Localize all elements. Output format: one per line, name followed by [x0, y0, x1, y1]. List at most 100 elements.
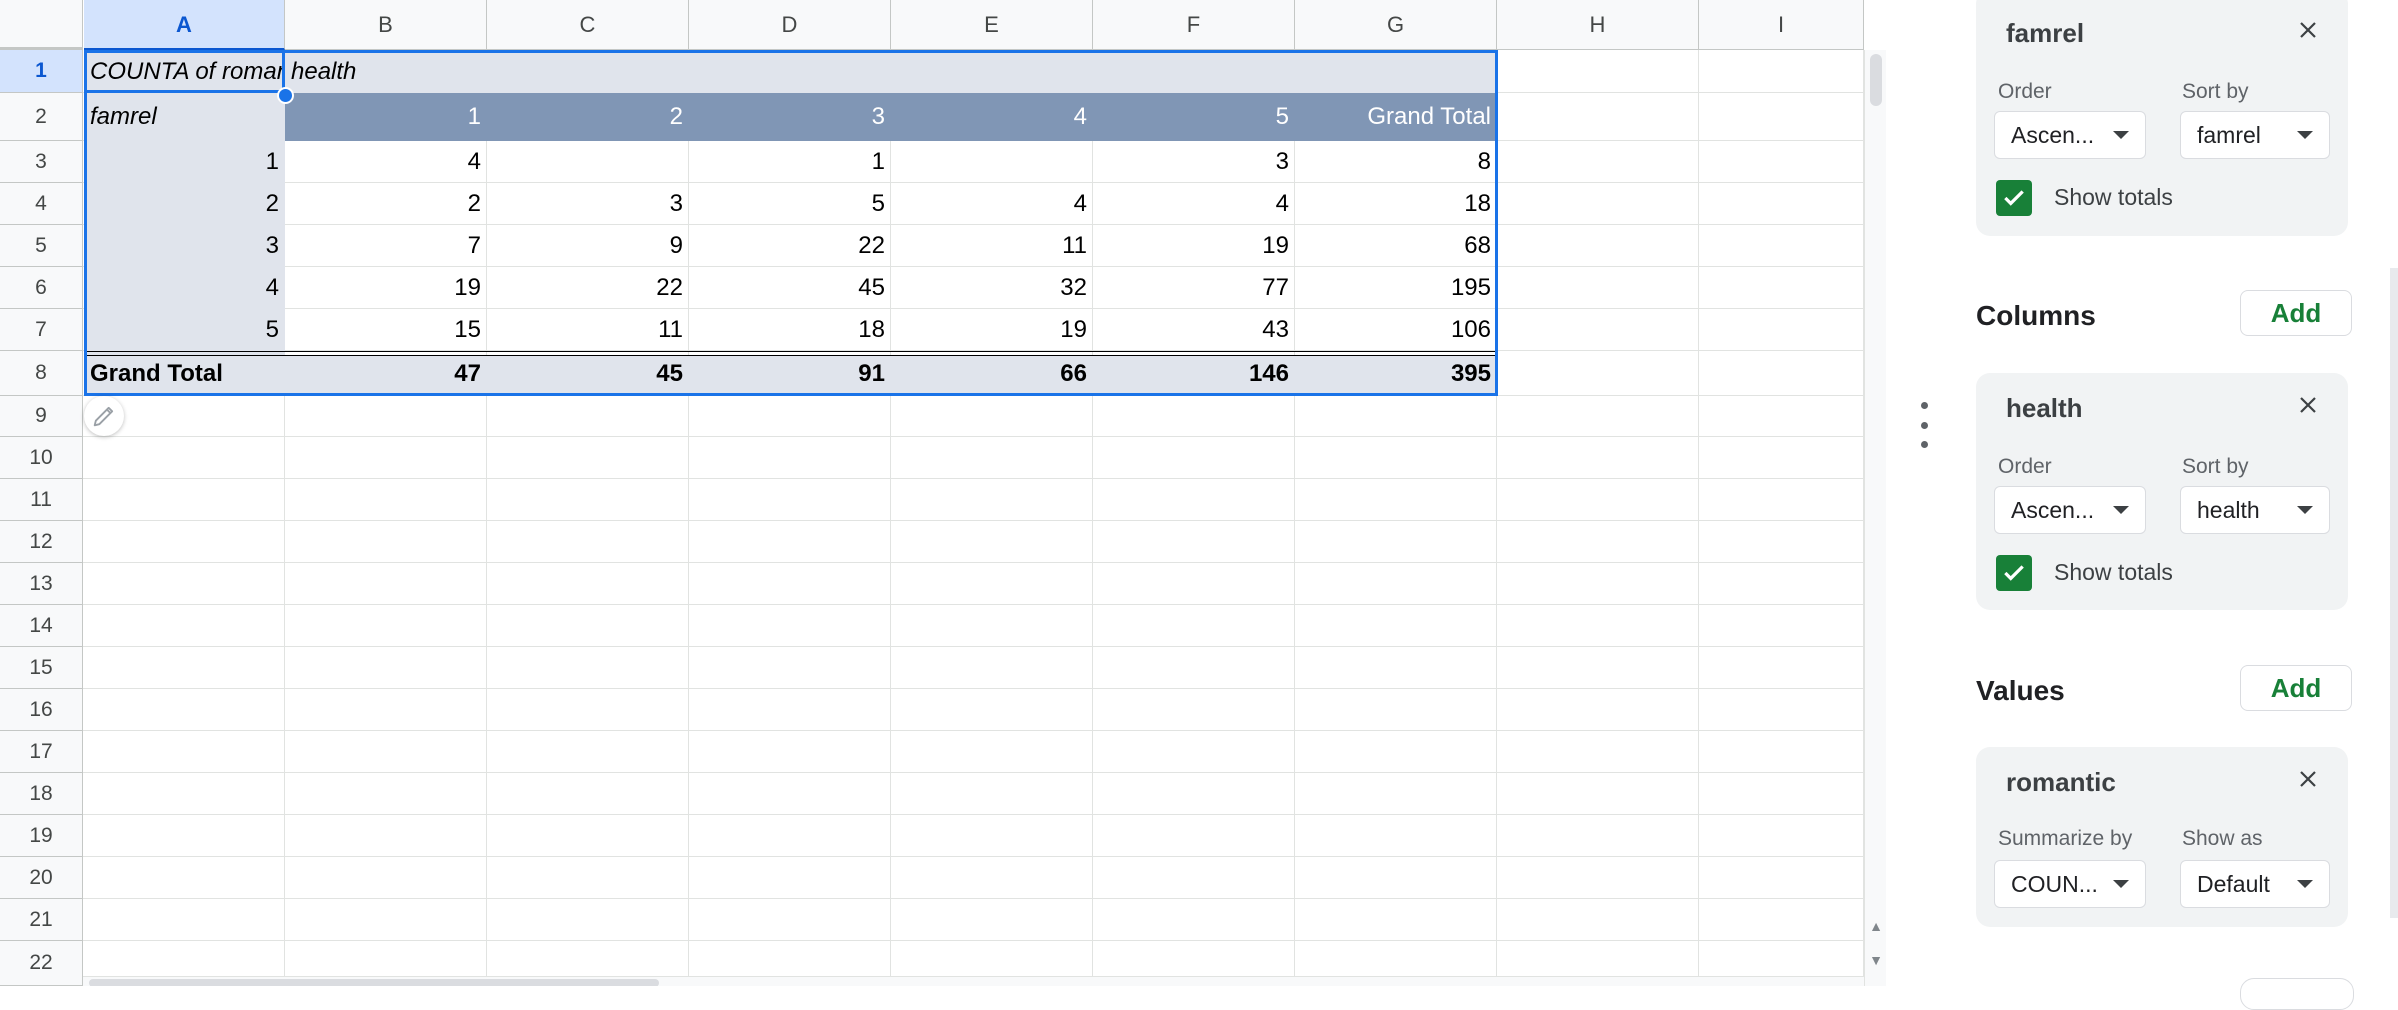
- column-header-B[interactable]: B: [285, 0, 487, 50]
- column-header-A[interactable]: A: [84, 0, 285, 50]
- row-header-20[interactable]: 20: [0, 857, 83, 899]
- pivot-value-cell[interactable]: 3: [1093, 141, 1295, 183]
- pivot-value-cell[interactable]: 77: [1093, 267, 1295, 309]
- scroll-down-icon[interactable]: ▼: [1869, 952, 1883, 968]
- pivot-title-cell[interactable]: COUNTA of romantic: [84, 50, 285, 93]
- select-all-corner[interactable]: [0, 0, 83, 50]
- column-header-C[interactable]: C: [487, 0, 689, 50]
- panel-resize-handle-icon[interactable]: [1920, 402, 1928, 448]
- column-header-H[interactable]: H: [1497, 0, 1699, 50]
- grand-total-value-cell[interactable]: 47: [285, 351, 487, 396]
- pivot-value-cell[interactable]: 18: [689, 309, 891, 351]
- column-header-G[interactable]: G: [1295, 0, 1497, 50]
- grand-total-value-cell[interactable]: 45: [487, 351, 689, 396]
- pivot-value-cell[interactable]: 45: [689, 267, 891, 309]
- pivot-value-cell[interactable]: 195: [1295, 267, 1497, 309]
- pivot-value-cell[interactable]: 3: [487, 183, 689, 225]
- row-header-16[interactable]: 16: [0, 689, 83, 731]
- row-header-4[interactable]: 4: [0, 183, 83, 225]
- row-header-15[interactable]: 15: [0, 647, 83, 689]
- pivot-value-cell[interactable]: 18: [1295, 183, 1497, 225]
- pivot-value-cell[interactable]: [487, 141, 689, 183]
- sortby-dropdown[interactable]: health: [2180, 486, 2330, 534]
- pivot-value-cell[interactable]: 2: [285, 183, 487, 225]
- add-column-button[interactable]: Add: [2240, 290, 2352, 336]
- pivot-value-cell[interactable]: 4: [285, 141, 487, 183]
- pivot-value-cell[interactable]: 19: [285, 267, 487, 309]
- show-totals-checkbox[interactable]: [1996, 555, 2032, 591]
- pivot-value-cell[interactable]: 4: [891, 183, 1093, 225]
- remove-columns-field-button[interactable]: [2290, 387, 2326, 423]
- show-as-dropdown[interactable]: Default: [2180, 860, 2330, 908]
- show-totals-checkbox[interactable]: [1996, 180, 2032, 216]
- row-header-3[interactable]: 3: [0, 141, 83, 183]
- sortby-dropdown[interactable]: famrel: [2180, 111, 2330, 159]
- horizontal-scrollbar[interactable]: [83, 976, 1864, 986]
- row-header-14[interactable]: 14: [0, 605, 83, 647]
- pivot-value-cell[interactable]: 4: [1093, 183, 1295, 225]
- pivot-column-header-cell[interactable]: Grand Total: [1295, 93, 1497, 141]
- fill-handle[interactable]: [277, 87, 294, 104]
- remove-value-field-button[interactable]: [2290, 761, 2326, 797]
- row-header-7[interactable]: 7: [0, 309, 83, 351]
- pivot-value-cell[interactable]: [891, 141, 1093, 183]
- pivot-column-field-cell[interactable]: health: [285, 50, 487, 93]
- row-header-5[interactable]: 5: [0, 225, 83, 267]
- pivot-row-label-cell[interactable]: 4: [84, 267, 285, 309]
- scroll-up-icon[interactable]: ▲: [1869, 918, 1883, 934]
- row-header-9[interactable]: 9: [0, 396, 83, 437]
- pivot-value-cell[interactable]: 43: [1093, 309, 1295, 351]
- pivot-value-cell[interactable]: 22: [689, 225, 891, 267]
- pivot-row-label-cell[interactable]: 3: [84, 225, 285, 267]
- pivot-column-header-cell[interactable]: 3: [689, 93, 891, 141]
- pivot-row-label-cell[interactable]: 2: [84, 183, 285, 225]
- row-header-6[interactable]: 6: [0, 267, 83, 309]
- vertical-scroll-thumb[interactable]: [1870, 54, 1882, 106]
- grand-total-value-cell[interactable]: 91: [689, 351, 891, 396]
- pivot-value-cell[interactable]: 7: [285, 225, 487, 267]
- row-header-2[interactable]: 2: [0, 93, 83, 141]
- row-header-17[interactable]: 17: [0, 731, 83, 773]
- pivot-value-cell[interactable]: 32: [891, 267, 1093, 309]
- row-header-8[interactable]: 8: [0, 351, 83, 396]
- pivot-value-cell[interactable]: 22: [487, 267, 689, 309]
- row-header-10[interactable]: 10: [0, 437, 83, 479]
- edit-pivot-button[interactable]: [84, 396, 124, 436]
- pivot-row-field-cell[interactable]: famrel: [84, 93, 285, 141]
- order-dropdown[interactable]: Ascen...: [1994, 111, 2146, 159]
- pivot-column-header-cell[interactable]: 2: [487, 93, 689, 141]
- pivot-value-cell[interactable]: 19: [1093, 225, 1295, 267]
- grand-total-value-cell[interactable]: 146: [1093, 351, 1295, 396]
- column-header-I[interactable]: I: [1699, 0, 1864, 50]
- panel-scrollbar[interactable]: [2390, 268, 2398, 918]
- order-dropdown[interactable]: Ascen...: [1994, 486, 2146, 534]
- spreadsheet-grid[interactable]: ABCDEFGHI 1 2 3 4 5 6 7 8 9 10 11 12 13 14 15 16 17 18 19 2…: [0, 0, 1864, 986]
- add-value-button[interactable]: Add: [2240, 665, 2352, 711]
- pivot-value-cell[interactable]: 11: [891, 225, 1093, 267]
- summarize-by-dropdown[interactable]: COUN...: [1994, 860, 2146, 908]
- pivot-value-cell[interactable]: 5: [689, 183, 891, 225]
- vertical-scrollbar[interactable]: [1864, 50, 1887, 986]
- horizontal-scroll-thumb[interactable]: [89, 979, 659, 986]
- pivot-value-cell[interactable]: 8: [1295, 141, 1497, 183]
- pivot-column-header-cell[interactable]: 4: [891, 93, 1093, 141]
- pivot-column-header-cell[interactable]: 1: [285, 93, 487, 141]
- row-header-1[interactable]: 1: [0, 50, 83, 93]
- grand-total-value-cell[interactable]: 66: [891, 351, 1093, 396]
- grand-total-value-cell[interactable]: 395: [1295, 351, 1497, 396]
- pivot-value-cell[interactable]: 9: [487, 225, 689, 267]
- pivot-value-cell[interactable]: 1: [689, 141, 891, 183]
- pivot-column-header-cell[interactable]: 5: [1093, 93, 1295, 141]
- pivot-value-cell[interactable]: 19: [891, 309, 1093, 351]
- grand-total-label-cell[interactable]: Grand Total: [84, 351, 285, 396]
- column-header-D[interactable]: D: [689, 0, 891, 50]
- column-header-F[interactable]: F: [1093, 0, 1295, 50]
- row-header-19[interactable]: 19: [0, 815, 83, 857]
- column-header-E[interactable]: E: [891, 0, 1093, 50]
- pivot-value-cell[interactable]: 11: [487, 309, 689, 351]
- pivot-row-label-cell[interactable]: 5: [84, 309, 285, 351]
- remove-rows-field-button[interactable]: [2290, 12, 2326, 48]
- pivot-value-cell[interactable]: 106: [1295, 309, 1497, 351]
- row-header-22[interactable]: 22: [0, 941, 83, 986]
- row-header-13[interactable]: 13: [0, 563, 83, 605]
